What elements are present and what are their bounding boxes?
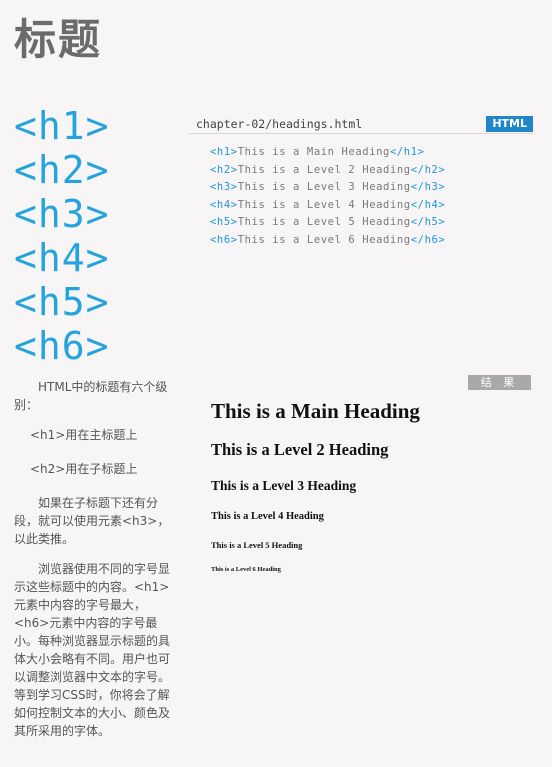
html-badge: HTML bbox=[486, 116, 533, 132]
code-line: <h6>This is a Level 6 Heading</h6> bbox=[210, 232, 445, 250]
page-title: 标题 bbox=[14, 15, 103, 64]
code-open-tag: <h3> bbox=[210, 181, 238, 194]
code-open-tag: <h1> bbox=[210, 146, 238, 158]
result-heading-5: This is a Level 5 Heading bbox=[211, 540, 303, 550]
result-badge: 结 果 bbox=[468, 375, 531, 390]
code-close-tag: </h3> bbox=[410, 181, 446, 194]
tag-h5-label: <h5> bbox=[14, 280, 110, 324]
code-line: <h2>This is a Level 2 Heading</h2> bbox=[210, 162, 445, 180]
code-text: This is a Level 2 Heading bbox=[237, 163, 411, 176]
code-line: <h3>This is a Level 3 Heading</h3> bbox=[210, 179, 445, 197]
heading-tag-list: <h1> <h2> <h3> <h4> <h5> <h6> bbox=[14, 104, 110, 368]
code-text: This is a Main Heading bbox=[237, 146, 390, 158]
code-close-tag: </h5> bbox=[410, 216, 446, 229]
tag-h2-label: <h2> bbox=[14, 148, 110, 192]
code-open-tag: <h6> bbox=[210, 233, 238, 246]
sidebar-notes: HTML中的标题有六个级别： <h1>用在主标题上 <h2>用在子标题上 如果在… bbox=[14, 378, 174, 752]
sidebar-h1-note: <h1>用在主标题上 bbox=[30, 428, 138, 442]
code-listing: <h1>This is a Main Heading</h1> <h2>This… bbox=[210, 144, 445, 250]
code-line: <h4>This is a Level 4 Heading</h4> bbox=[210, 197, 445, 215]
sidebar-subheading-note: 如果在子标题下还有分段，就可以使用元素<h3>，以此类推。 bbox=[14, 496, 170, 546]
code-close-tag: </h2> bbox=[410, 163, 446, 176]
code-panel-header: chapter-02/headings.html HTML bbox=[188, 116, 533, 134]
code-close-tag: </h4> bbox=[410, 198, 446, 211]
tag-h3-label: <h3> bbox=[14, 192, 110, 236]
code-text: This is a Level 4 Heading bbox=[237, 198, 411, 211]
result-heading-2: This is a Level 2 Heading bbox=[211, 440, 389, 459]
code-open-tag: <h5> bbox=[210, 216, 238, 229]
result-heading-1: This is a Main Heading bbox=[211, 399, 420, 423]
result-panel: This is a Main Heading This is a Level 2… bbox=[211, 394, 420, 579]
code-line: <h1>This is a Main Heading</h1> bbox=[210, 144, 445, 162]
code-file-name: chapter-02/headings.html bbox=[196, 117, 363, 131]
sidebar-browser-note: 浏览器使用不同的字号显示这些标题中的内容。<h1>元素中内容的字号最大，<h6>… bbox=[14, 562, 171, 738]
code-text: This is a Level 3 Heading bbox=[237, 181, 411, 194]
code-line: <h5>This is a Level 5 Heading</h5> bbox=[210, 214, 445, 232]
code-close-tag: </h6> bbox=[410, 233, 446, 246]
sidebar-h2-note: <h2>用在子标题上 bbox=[30, 462, 138, 476]
result-heading-3: This is a Level 3 Heading bbox=[211, 478, 357, 493]
code-close-tag: </h1> bbox=[389, 146, 425, 158]
result-heading-4: This is a Level 4 Heading bbox=[211, 511, 324, 522]
code-text: This is a Level 6 Heading bbox=[237, 233, 411, 246]
code-open-tag: <h4> bbox=[210, 198, 238, 211]
tag-h6-label: <h6> bbox=[14, 324, 110, 368]
code-open-tag: <h2> bbox=[210, 163, 238, 176]
tag-h4-label: <h4> bbox=[14, 236, 110, 280]
code-text: This is a Level 5 Heading bbox=[237, 216, 411, 229]
sidebar-intro: HTML中的标题有六个级别： bbox=[14, 380, 168, 412]
result-heading-6: This is a Level 6 Heading bbox=[211, 566, 281, 573]
tag-h1-label: <h1> bbox=[14, 104, 110, 148]
